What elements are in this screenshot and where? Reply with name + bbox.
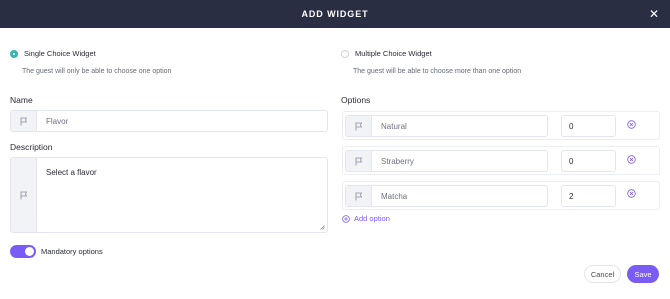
flag-icon-box (346, 186, 372, 206)
flag-icon-box (346, 151, 372, 171)
flag-icon (355, 192, 362, 200)
cancel-button[interactable]: Cancel (584, 265, 621, 283)
remove-option-icon[interactable] (627, 155, 636, 164)
name-label: Name (10, 95, 33, 105)
mandatory-label: Mandatory options (41, 247, 103, 256)
option-name-input[interactable]: Natural (372, 116, 547, 136)
multiple-choice-hint: The guest will be able to choose more th… (353, 68, 522, 75)
description-textarea[interactable]: Select a flavor (37, 158, 327, 232)
flag-icon-box (11, 158, 37, 232)
save-button[interactable]: Save (627, 265, 659, 283)
option-quantity-input[interactable]: 0 (561, 115, 616, 137)
option-quantity-input[interactable]: 0 (561, 150, 616, 172)
name-field[interactable]: Flavor (10, 110, 328, 132)
single-choice-option[interactable]: Single Choice Widget (10, 49, 96, 58)
close-icon[interactable]: ✕ (647, 7, 661, 21)
multiple-choice-label: Multiple Choice Widget (355, 49, 432, 58)
modal-header: ADD WIDGET ✕ (0, 0, 670, 28)
plus-circle-icon (342, 214, 350, 223)
remove-option-icon[interactable] (627, 120, 636, 129)
option-quantity-input[interactable]: 2 (561, 185, 616, 207)
add-option-button[interactable]: Add option (342, 214, 390, 223)
single-choice-radio[interactable] (10, 49, 18, 58)
flag-icon-box (346, 116, 372, 136)
flag-icon-box (11, 111, 37, 131)
option-name-input[interactable]: Straberry (372, 151, 547, 171)
option-name-field[interactable]: Natural (345, 115, 548, 137)
resize-grip-icon[interactable] (320, 225, 325, 230)
flag-icon (20, 117, 27, 125)
name-input-text[interactable]: Flavor (37, 111, 327, 131)
mandatory-toggle[interactable] (10, 245, 36, 258)
single-choice-hint: The guest will only be able to choose on… (22, 68, 172, 75)
description-field[interactable]: Select a flavor (10, 157, 328, 233)
flag-icon (355, 122, 362, 130)
description-label: Description (10, 142, 53, 152)
option-name-field[interactable]: Matcha (345, 185, 548, 207)
multiple-choice-option[interactable]: Multiple Choice Widget (341, 49, 432, 58)
multiple-choice-radio[interactable] (341, 49, 349, 58)
option-name-field[interactable]: Straberry (345, 150, 548, 172)
option-name-input[interactable]: Matcha (372, 186, 547, 206)
flag-icon (355, 157, 362, 165)
options-label: Options (341, 95, 371, 105)
modal-title: ADD WIDGET (301, 9, 369, 19)
single-choice-label: Single Choice Widget (24, 49, 96, 58)
flag-icon (20, 191, 27, 199)
remove-option-icon[interactable] (627, 189, 636, 198)
add-option-label: Add option (354, 214, 390, 223)
